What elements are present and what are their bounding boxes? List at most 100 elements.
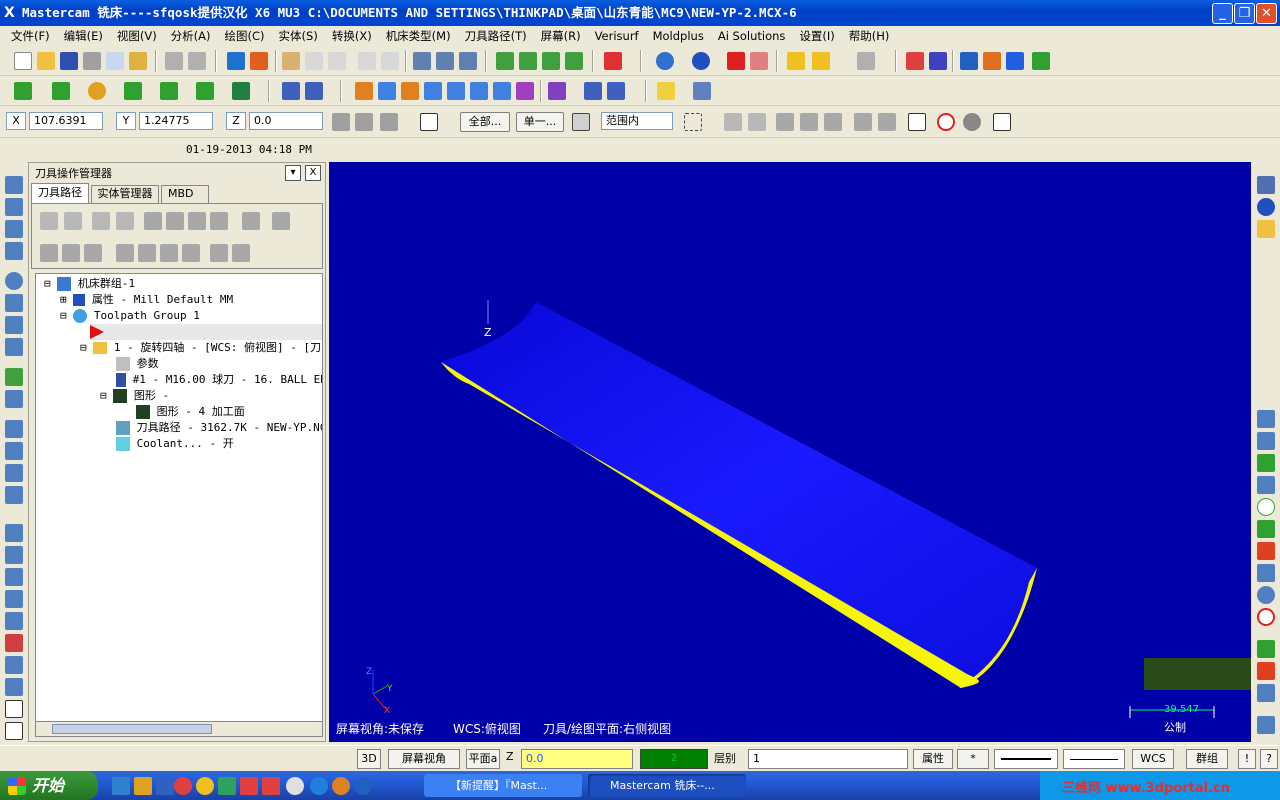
view-right-icon[interactable]	[5, 568, 23, 586]
tree-row[interactable]: 刀具路径 - 3162.7K - NEW-YP.NC	[116, 420, 322, 436]
quicklaunch-icon-1[interactable]	[112, 777, 130, 795]
collapse-icon[interactable]	[232, 244, 250, 262]
light-icon[interactable]	[657, 82, 675, 100]
toolpath-icon[interactable]	[413, 52, 431, 70]
tab-solids-manager[interactable]: 实体管理器	[91, 185, 159, 203]
tab-toolpaths[interactable]: 刀具路径	[31, 183, 89, 203]
view-clear-icon[interactable]	[5, 700, 23, 718]
iso-cube-icon[interactable]	[565, 52, 583, 70]
tree-row[interactable]: Coolant... - 开	[116, 436, 234, 452]
save-view-icon[interactable]	[1257, 176, 1275, 194]
wcs-button[interactable]: WCS	[1132, 749, 1174, 769]
menu-analyze[interactable]: 分析(A)	[164, 26, 218, 46]
z-depth-field[interactable]: 0.0	[521, 749, 633, 769]
menu-settings[interactable]: 设置(I)	[792, 26, 841, 46]
stop-icon[interactable]	[963, 113, 981, 131]
level-manager-icon[interactable]	[960, 52, 978, 70]
view-front-icon[interactable]	[5, 546, 23, 564]
menu-screen[interactable]: 屏幕(R)	[534, 26, 588, 46]
menu-moldplus[interactable]: Moldplus	[646, 26, 711, 46]
status-help-button[interactable]: ?	[1260, 749, 1278, 769]
mask-edge-icon[interactable]	[824, 113, 842, 131]
autocursor-icon[interactable]	[355, 113, 373, 131]
mask-back-icon[interactable]	[878, 113, 896, 131]
new-file-icon[interactable]	[14, 52, 32, 70]
unzoom-icon[interactable]	[358, 52, 376, 70]
xform-scale-icon[interactable]	[424, 82, 442, 100]
shading-sphere-icon[interactable]	[1257, 198, 1275, 216]
chain-feature-icon[interactable]	[1257, 684, 1275, 702]
create-fillet-icon[interactable]	[1257, 520, 1275, 538]
tree-row[interactable]: 图形 - 4 加工面	[136, 404, 245, 420]
zoom-window-icon[interactable]	[305, 52, 323, 70]
shade-cube-icon[interactable]	[496, 52, 514, 70]
more-icon[interactable]	[1257, 716, 1275, 734]
eraser-icon[interactable]	[750, 52, 768, 70]
close-button[interactable]: ✕	[1256, 3, 1277, 24]
sketch-icon[interactable]	[812, 52, 830, 70]
tree-row[interactable]: ⊟ 图形 -	[100, 388, 169, 404]
tree-row[interactable]: ⊟ Toolpath Group 1	[60, 308, 200, 324]
xform-array-icon[interactable]	[470, 82, 488, 100]
x-coordinate-field[interactable]: 107.6391	[29, 112, 103, 130]
grid-icon[interactable]	[584, 82, 602, 100]
sigma-icon[interactable]	[1006, 52, 1024, 70]
view-rotate-icon[interactable]	[5, 612, 23, 630]
toolbar-states-icon[interactable]	[929, 52, 947, 70]
menu-create[interactable]: 绘图(C)	[218, 26, 272, 46]
menu-machine-type[interactable]: 机床类型(M)	[379, 26, 458, 46]
pencil-icon[interactable]	[787, 52, 805, 70]
toolpath-hsm-icon[interactable]	[5, 390, 23, 408]
redo-icon[interactable]	[188, 52, 206, 70]
toolpath-thread-icon[interactable]	[5, 294, 23, 312]
circle-icon[interactable]	[88, 82, 106, 100]
cylinder-icon[interactable]	[232, 82, 250, 100]
quicklaunch-icon-11[interactable]	[332, 777, 350, 795]
select-dirty-ops-icon[interactable]	[64, 212, 82, 230]
tree-row[interactable]: ⊞ 属性 - Mill Default MM	[60, 292, 233, 308]
select-single-button[interactable]: 单一...	[516, 112, 564, 132]
wire-cube-icon[interactable]	[519, 52, 537, 70]
quicklaunch-icon-8[interactable]	[262, 777, 280, 795]
create-sphere-icon[interactable]	[1257, 586, 1275, 604]
quicklaunch-icon-4[interactable]	[174, 777, 192, 795]
print-icon[interactable]	[83, 52, 101, 70]
quicklaunch-icon-5[interactable]	[196, 777, 214, 795]
selection-range-select[interactable]: 范围内	[601, 112, 673, 130]
fit-icon[interactable]	[282, 52, 300, 70]
pan-icon[interactable]	[227, 52, 245, 70]
z-coordinate-field[interactable]: 0.0	[249, 112, 323, 130]
tree-row[interactable]: #1 - M16.00 球刀 - 16. BALL EN	[116, 372, 322, 388]
screen-view-button[interactable]: 屏幕视角	[388, 749, 460, 769]
tree-row[interactable]	[90, 324, 322, 340]
quicklaunch-icon-9[interactable]	[286, 777, 304, 795]
backplot-ops-icon[interactable]	[144, 212, 162, 230]
toolpath-slot-icon[interactable]	[5, 316, 23, 334]
color-field[interactable]: 2	[640, 749, 708, 769]
move-down-icon[interactable]	[116, 244, 134, 262]
menu-xform[interactable]: 转换(X)	[325, 26, 379, 46]
line-icon[interactable]	[52, 82, 70, 100]
backplot-icon[interactable]	[459, 52, 477, 70]
quicklaunch-icon-2[interactable]	[134, 777, 152, 795]
toolpath-drill-icon[interactable]	[5, 198, 23, 216]
toolpath-helix-icon[interactable]	[5, 338, 23, 356]
line-width-select[interactable]	[1063, 749, 1125, 769]
quicklaunch-ie-icon[interactable]	[310, 777, 328, 795]
quicklaunch-icon-6[interactable]	[218, 777, 236, 795]
undo-icon[interactable]	[165, 52, 183, 70]
solid-icon[interactable]	[727, 52, 745, 70]
globe-icon[interactable]	[656, 52, 674, 70]
alert-button[interactable]: !	[1238, 749, 1256, 769]
menu-toolpaths[interactable]: 刀具路径(T)	[458, 26, 534, 46]
lock-icon[interactable]	[40, 244, 58, 262]
minimize-button[interactable]: _	[1212, 3, 1233, 24]
menu-verisurf[interactable]: Verisurf	[588, 26, 646, 46]
help-icon[interactable]	[420, 113, 438, 131]
attributes-button[interactable]: 属性	[913, 749, 953, 769]
verify-icon[interactable]	[436, 52, 454, 70]
tree-row[interactable]: ⊟ 机床群组-1	[44, 276, 135, 292]
highfeed-icon[interactable]	[242, 212, 260, 230]
xform-rotate-icon[interactable]	[378, 82, 396, 100]
menu-view[interactable]: 视图(V)	[110, 26, 164, 46]
